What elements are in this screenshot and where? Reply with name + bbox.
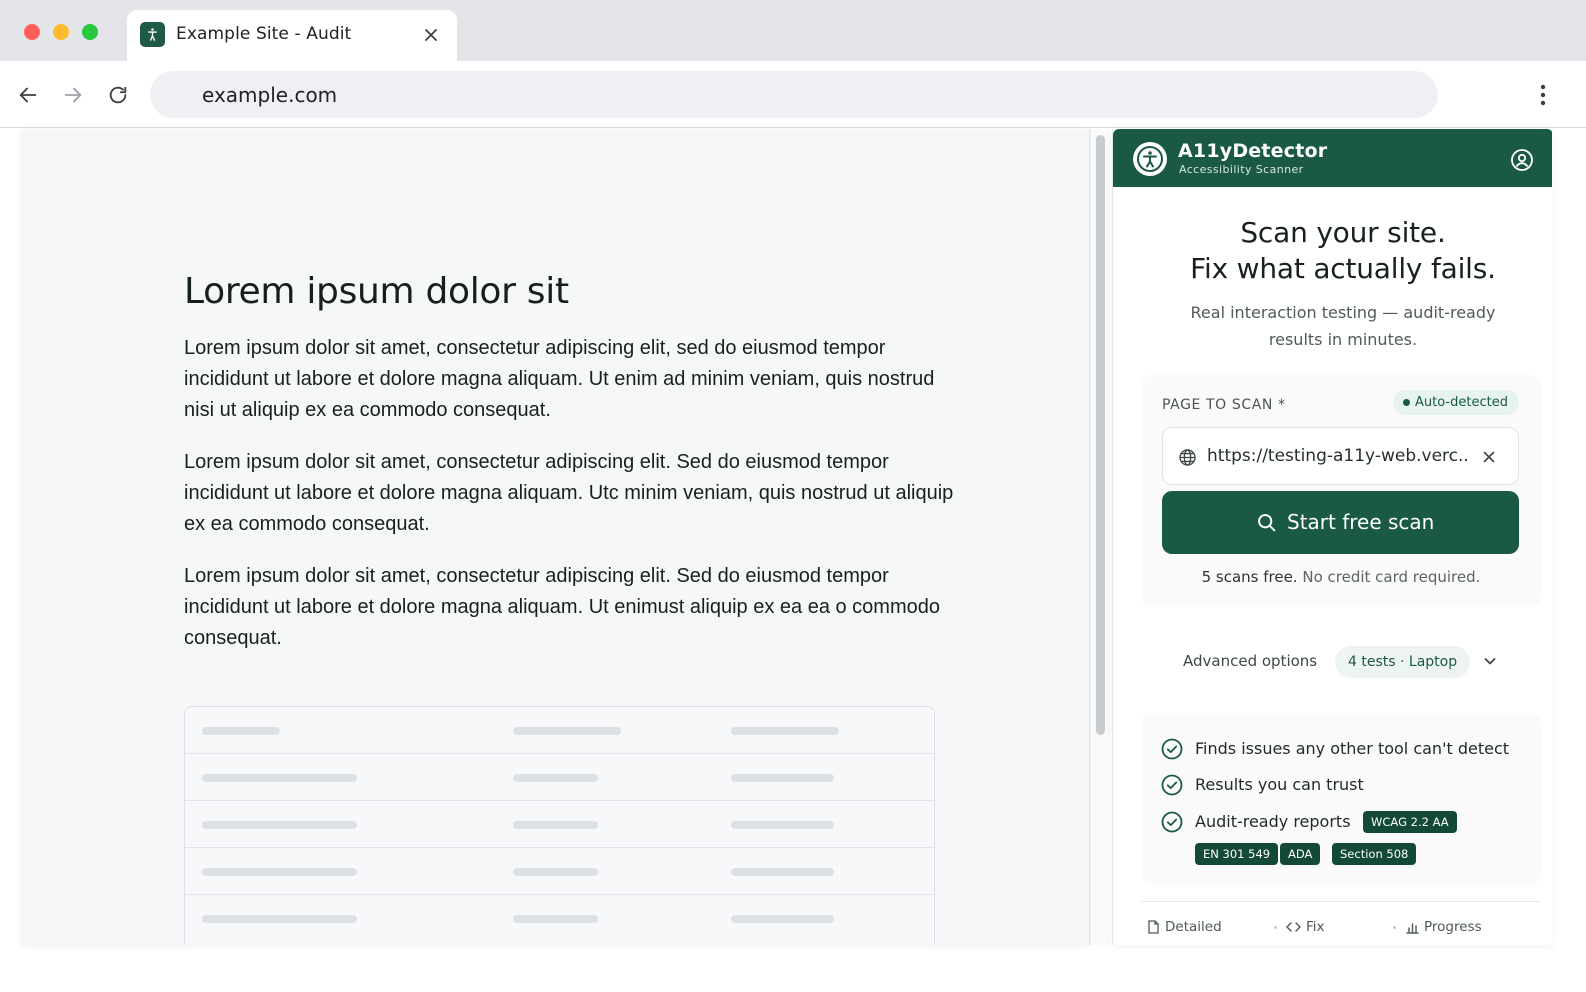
advanced-options-label: Advanced options: [1183, 652, 1318, 670]
arrow-left-icon[interactable]: [15, 82, 41, 108]
page-content: Lorem ipsum dolor sit Lorem ipsum dolor …: [20, 129, 1090, 945]
feature-text: Audit-ready reports: [1195, 812, 1351, 831]
free-scans-rest: No credit card required.: [1297, 568, 1481, 586]
footer-divider: [1141, 901, 1541, 902]
free-scans-count: 5 scans free.: [1201, 568, 1298, 586]
skeleton-row: [185, 848, 934, 895]
standard-badge-wcag: WCAG 2.2 AA: [1363, 811, 1457, 833]
document-icon: [1148, 920, 1159, 934]
page-scrollbar[interactable]: [1090, 129, 1110, 945]
hero-title-line-1: Scan your site.: [1240, 216, 1446, 249]
browser-tab[interactable]: Example Site - Audit: [127, 10, 457, 61]
hero-title-line-2: Fix what actually fails.: [1190, 252, 1496, 285]
status-dot-icon: [1403, 399, 1410, 406]
scrollbar-thumb[interactable]: [1096, 135, 1105, 735]
skeleton-row: [185, 801, 934, 848]
paragraph-2: Lorem ipsum dolor sit amet, consectetur …: [184, 451, 954, 535]
start-scan-label: Start free scan: [1287, 510, 1435, 534]
reload-icon[interactable]: [105, 82, 131, 108]
accessibility-logo-icon: [1133, 142, 1167, 176]
close-icon[interactable]: [419, 23, 443, 47]
brand-name: A11yDetector: [1178, 140, 1328, 162]
tab-title: Example Site - Audit: [176, 24, 352, 44]
footer-separator-dot: [1274, 926, 1277, 929]
globe-icon: [1177, 447, 1197, 467]
auto-detected-label: Auto-detected: [1415, 395, 1508, 410]
browser-toolbar: example.com: [0, 61, 1586, 128]
footer-item-detailed: Detailed: [1147, 917, 1222, 937]
page-to-scan-label: PAGE TO SCAN *: [1162, 397, 1286, 413]
address-bar-url[interactable]: example.com: [202, 83, 337, 107]
feature-text: Results you can trust: [1195, 775, 1364, 794]
skeleton-row: [185, 754, 934, 801]
bar-chart-icon: [1406, 922, 1419, 934]
check-circle-icon: [1161, 738, 1183, 760]
accessibility-person-icon: [140, 22, 165, 47]
panel-header: A11yDetector Accessibility Scanner: [1113, 129, 1552, 187]
url-input[interactable]: https://testing-a11y-web.verc...: [1162, 427, 1519, 485]
page-heading: Lorem ipsum dolor sit: [184, 271, 569, 312]
arrow-right-icon[interactable]: [60, 82, 86, 108]
paragraph-3: Lorem ipsum dolor sit amet, consectetur …: [184, 565, 940, 649]
brand-subtitle: Accessibility Scanner: [1179, 163, 1304, 176]
features-card: Finds issues any other tool can't detect…: [1141, 713, 1541, 885]
check-circle-icon: [1161, 774, 1183, 796]
window-zoom-button[interactable]: [82, 24, 98, 40]
address-bar[interactable]: example.com: [150, 71, 1438, 118]
hero-subtitle: Real interaction testing — audit-ready r…: [1190, 303, 1496, 349]
footer-item-progress: Progress: [1406, 917, 1482, 937]
advanced-options-toggle[interactable]: Advanced options 4 tests · Laptop: [1183, 644, 1513, 678]
auto-detected-badge: Auto-detected: [1393, 390, 1519, 415]
chevron-down-icon[interactable]: [1481, 652, 1499, 670]
scan-card: PAGE TO SCAN * Auto-detected https://tes…: [1141, 375, 1541, 607]
footer-progress-label: Progress: [1424, 919, 1482, 935]
skeleton-row: [185, 895, 934, 942]
paragraph-1: Lorem ipsum dolor sit amet, consectetur …: [184, 337, 935, 421]
check-circle-icon: [1161, 811, 1183, 833]
start-scan-button[interactable]: Start free scan: [1162, 491, 1519, 554]
free-scans-note: 5 scans free. No credit card required.: [1141, 568, 1541, 586]
kebab-menu-icon[interactable]: [1532, 81, 1554, 109]
account-icon[interactable]: [1509, 147, 1535, 173]
standard-badge-section508: Section 508: [1332, 843, 1417, 865]
window-minimize-button[interactable]: [53, 24, 69, 40]
extension-panel: A11yDetector Accessibility Scanner Scan …: [1112, 129, 1552, 945]
feature-item: Audit-ready reports WCAG 2.2 AA: [1161, 810, 1521, 834]
footer-fix-label: Fix: [1306, 919, 1325, 935]
code-icon: [1286, 922, 1301, 932]
url-value[interactable]: https://testing-a11y-web.verc...: [1207, 446, 1467, 466]
search-icon: [1258, 514, 1276, 532]
skeleton-header-row: [185, 707, 934, 754]
hero-title: Scan your site. Fix what actually fails.: [1113, 215, 1552, 287]
window-close-button[interactable]: [24, 24, 40, 40]
standard-badge-ada: ADA: [1280, 843, 1321, 865]
skeleton-table: [184, 706, 935, 945]
standard-badge-en301549: EN 301 549: [1195, 843, 1279, 865]
clear-icon[interactable]: [1477, 445, 1501, 469]
footer-item-fix: Fix: [1286, 917, 1325, 937]
advanced-options-chip: 4 tests · Laptop: [1335, 646, 1471, 678]
feature-text: Finds issues any other tool can't detect: [1195, 739, 1510, 758]
footer-separator-dot: [1393, 926, 1396, 929]
browser-tab-strip: Example Site - Audit: [0, 0, 1586, 61]
footer-detailed-label: Detailed: [1165, 919, 1222, 935]
